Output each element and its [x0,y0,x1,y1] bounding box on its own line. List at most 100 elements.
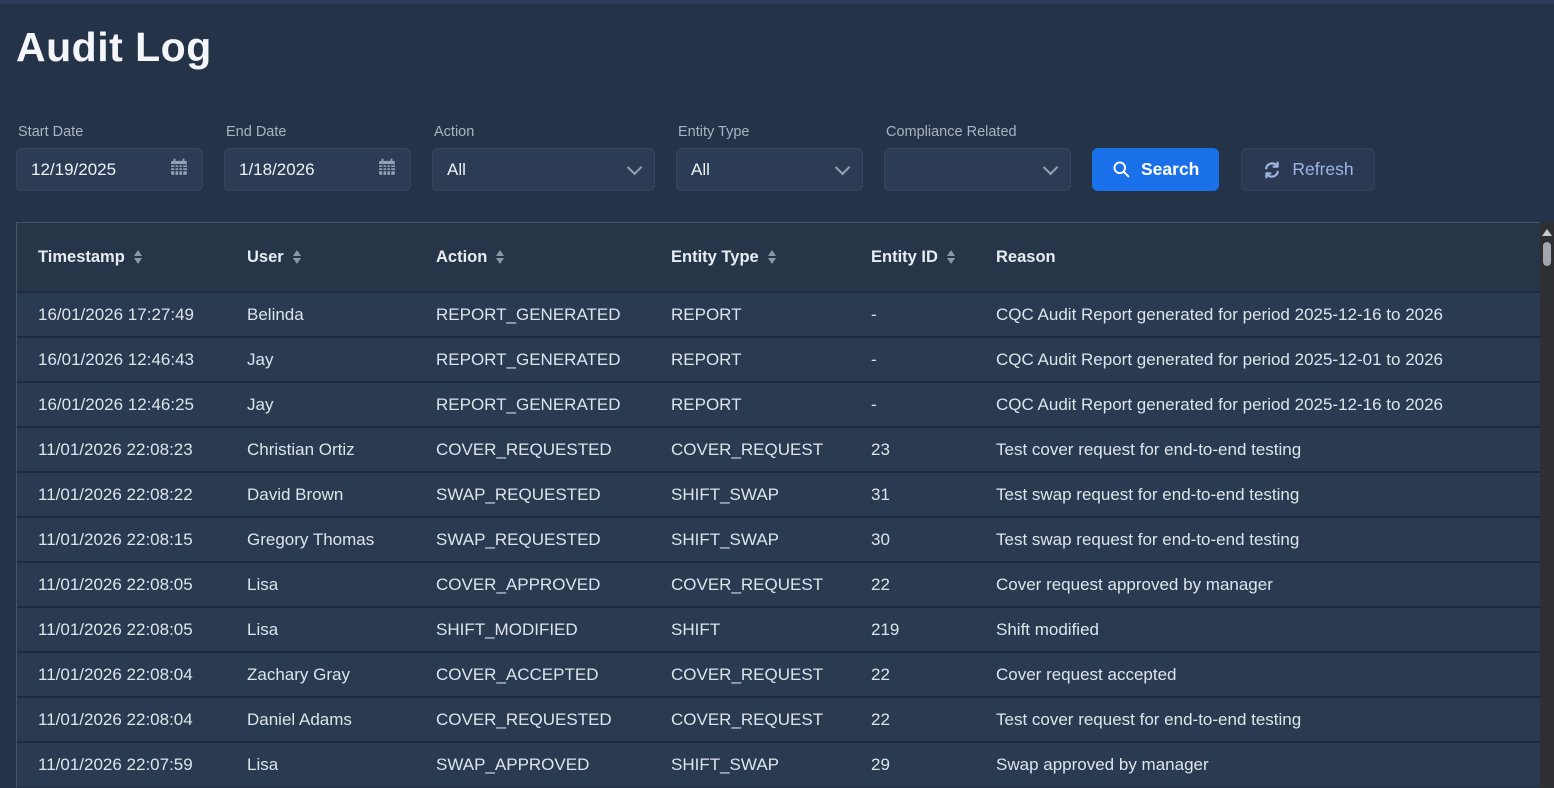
table-row: 11/01/2026 22:07:59 Lisa SWAP_APPROVED S… [17,741,1540,786]
cell-timestamp: 16/01/2026 12:46:25 [17,395,247,415]
column-header-entity-type[interactable]: Entity Type [671,248,871,267]
start-date-label: Start Date [18,124,203,140]
end-date-label: End Date [226,124,411,140]
column-header-timestamp[interactable]: Timestamp [17,248,247,267]
search-button-label: Search [1141,159,1199,180]
calendar-icon[interactable] [170,158,188,181]
cell-action: COVER_REQUESTED [436,440,671,460]
cell-entity-id: 30 [871,530,996,550]
cell-entity-type: REPORT [671,305,871,325]
cell-action: REPORT_GENERATED [436,305,671,325]
cell-reason: Cover request accepted [996,665,1540,685]
cell-action: COVER_REQUESTED [436,710,671,730]
sort-arrows-icon[interactable] [134,250,142,265]
cell-reason: Test cover request for end-to-end testin… [996,710,1540,730]
cell-user: Lisa [247,620,436,640]
action-select[interactable]: All [432,148,655,191]
cell-timestamp: 11/01/2026 22:08:04 [17,710,247,730]
start-date-input[interactable]: 12/19/2025 [16,148,203,191]
cell-user: Jay [247,350,436,370]
scroll-up-arrow-icon[interactable] [1542,229,1552,236]
refresh-icon [1262,160,1282,180]
search-icon [1112,160,1131,179]
column-header-action[interactable]: Action [436,248,671,267]
refresh-button[interactable]: Refresh [1241,148,1374,191]
cell-entity-type: SHIFT_SWAP [671,755,871,775]
table-row: 16/01/2026 17:27:49 Belinda REPORT_GENER… [17,291,1540,336]
cell-entity-id: 22 [871,710,996,730]
sort-arrows-icon[interactable] [768,250,776,265]
refresh-button-label: Refresh [1292,159,1353,180]
filter-bar: Start Date 12/19/2025 End Date 1/18/2026 [16,124,1375,191]
cell-entity-type: COVER_REQUEST [671,710,871,730]
entity-type-select[interactable]: All [676,148,863,191]
action-filter: Action All [432,124,655,191]
cell-entity-type: COVER_REQUEST [671,575,871,595]
cell-entity-type: COVER_REQUEST [671,665,871,685]
cell-entity-id: - [871,350,996,370]
cell-timestamp: 11/01/2026 22:08:05 [17,620,247,640]
chevron-down-icon [1043,159,1059,175]
cell-user: Zachary Gray [247,665,436,685]
audit-log-table: Timestamp User Action Entity Type Entity… [16,222,1540,788]
sort-arrows-icon[interactable] [496,250,504,265]
entity-type-label: Entity Type [678,124,863,140]
start-date-filter: Start Date 12/19/2025 [16,124,203,191]
cell-action: SWAP_APPROVED [436,755,671,775]
cell-entity-type: SHIFT_SWAP [671,485,871,505]
cell-entity-type: REPORT [671,350,871,370]
sort-arrows-icon[interactable] [293,250,301,265]
cell-timestamp: 11/01/2026 22:07:59 [17,755,247,775]
cell-reason: Shift modified [996,620,1540,640]
table-body: 16/01/2026 17:27:49 Belinda REPORT_GENER… [17,291,1540,786]
column-label: Entity Type [671,248,759,267]
cell-entity-id: - [871,305,996,325]
column-label: Entity ID [871,248,938,267]
column-header-reason: Reason [996,248,1540,267]
sort-arrows-icon[interactable] [947,250,955,265]
cell-reason: CQC Audit Report generated for period 20… [996,305,1540,325]
cell-reason: Test swap request for end-to-end testing [996,530,1540,550]
vertical-scrollbar[interactable] [1540,222,1554,788]
end-date-filter: End Date 1/18/2026 [224,124,411,191]
column-label: Timestamp [38,248,125,267]
compliance-related-label: Compliance Related [886,124,1071,140]
cell-user: Belinda [247,305,436,325]
cell-timestamp: 11/01/2026 22:08:04 [17,665,247,685]
column-label: User [247,248,284,267]
table-header-row: Timestamp User Action Entity Type Entity… [17,223,1540,291]
cell-action: SHIFT_MODIFIED [436,620,671,640]
cell-entity-type: SHIFT_SWAP [671,530,871,550]
end-date-input[interactable]: 1/18/2026 [224,148,411,191]
cell-entity-id: 22 [871,665,996,685]
cell-entity-id: 22 [871,575,996,595]
cell-timestamp: 11/01/2026 22:08:15 [17,530,247,550]
cell-timestamp: 16/01/2026 17:27:49 [17,305,247,325]
cell-action: REPORT_GENERATED [436,395,671,415]
cell-user: Christian Ortiz [247,440,436,460]
entity-type-value: All [691,160,710,180]
chevron-down-icon [835,159,851,175]
table-row: 16/01/2026 12:46:43 Jay REPORT_GENERATED… [17,336,1540,381]
table-row: 11/01/2026 22:08:05 Lisa COVER_APPROVED … [17,561,1540,606]
top-strip [0,0,1554,4]
column-header-entity-id[interactable]: Entity ID [871,248,996,267]
cell-user: Daniel Adams [247,710,436,730]
action-label: Action [434,124,655,140]
calendar-icon[interactable] [378,158,396,181]
cell-timestamp: 11/01/2026 22:08:05 [17,575,247,595]
cell-entity-type: COVER_REQUEST [671,440,871,460]
cell-action: COVER_APPROVED [436,575,671,595]
table-row: 11/01/2026 22:08:05 Lisa SHIFT_MODIFIED … [17,606,1540,651]
scrollbar-thumb[interactable] [1543,242,1551,266]
cell-reason: CQC Audit Report generated for period 20… [996,395,1540,415]
cell-user: Jay [247,395,436,415]
cell-reason: CQC Audit Report generated for period 20… [996,350,1540,370]
chevron-down-icon [627,159,643,175]
column-header-user[interactable]: User [247,248,436,267]
search-button[interactable]: Search [1092,148,1219,191]
cell-entity-id: 29 [871,755,996,775]
compliance-related-select[interactable] [884,148,1071,191]
cell-action: SWAP_REQUESTED [436,530,671,550]
cell-user: Lisa [247,755,436,775]
